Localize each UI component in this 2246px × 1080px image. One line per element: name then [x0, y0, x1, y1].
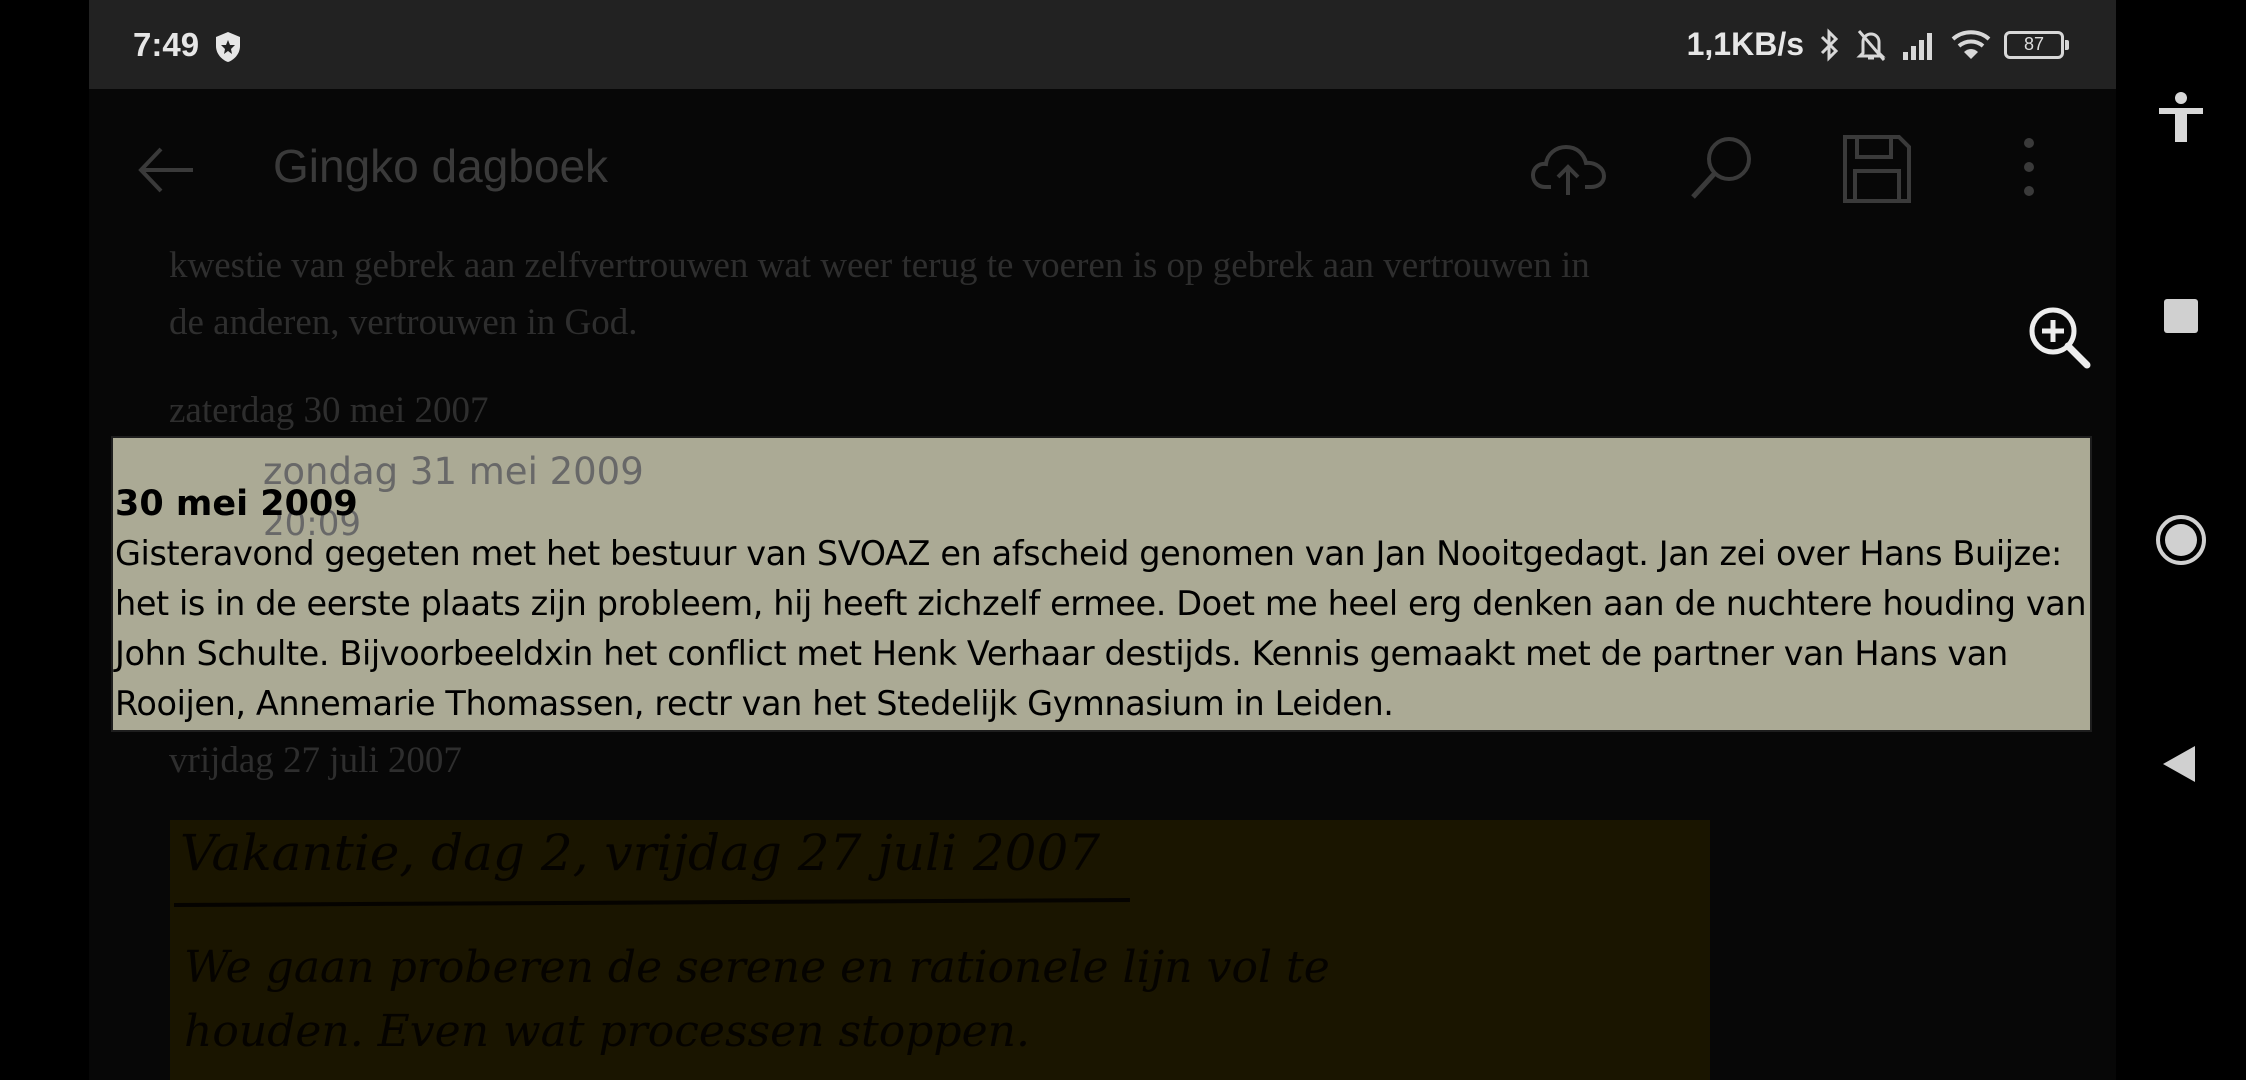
handwriting-line: houden. Even wat processen stoppen. [184, 1006, 1030, 1057]
handwritten-note-image[interactable]: Vakantie, dag 2, vrijdag 27 juli 2007 We… [170, 820, 1710, 1080]
mute-icon [1856, 29, 1886, 61]
more-vert-icon[interactable] [1989, 129, 2069, 209]
wifi-icon [1951, 29, 1991, 59]
search-icon[interactable] [1683, 129, 1763, 209]
status-right-cluster: 1,1KB/s 87 [1686, 26, 2069, 63]
save-icon[interactable] [1837, 129, 1917, 209]
handwriting-line: We gaan proberen de serene en rationele … [184, 942, 1330, 993]
home-circle-icon[interactable] [2151, 510, 2211, 570]
bluetooth-icon [1820, 27, 1839, 62]
battery-level: 87 [2023, 34, 2045, 54]
recents-square-icon[interactable] [2151, 286, 2211, 346]
entry-preview-popup[interactable]: zondag 31 mei 2009 20:09 30 mei 2009 Gis… [111, 436, 2092, 732]
popup-heading: 30 mei 2009 [115, 484, 358, 524]
entry-date-heading: vrijdag 27 juli 2007 [169, 740, 462, 781]
back-arrow-icon[interactable] [133, 137, 199, 203]
status-time: 7:49 [133, 26, 200, 63]
accessibility-icon[interactable] [2151, 88, 2211, 148]
handwriting-line: Vakantie, dag 2, vrijdag 27 juli 2007 [180, 824, 1100, 882]
cloud-upload-icon[interactable] [1529, 129, 1609, 209]
zoom-in-icon[interactable] [2027, 305, 2093, 371]
document-line: de anderen, vertrouwen in God. [169, 302, 638, 343]
page-title: Gingko dagboek [273, 140, 609, 192]
signal-icon [1903, 32, 1932, 60]
system-navigation-bar [2116, 0, 2246, 1080]
popup-body-text: Gisteravond gegeten met het bestuur van … [115, 534, 2087, 723]
document-line: kwestie van gebrek aan zelfvertrouwen wa… [169, 245, 1590, 286]
shield-icon [216, 32, 240, 62]
status-bar: 7:49 1,1KB/s 87 [89, 0, 2116, 89]
back-triangle-icon[interactable] [2151, 734, 2211, 794]
battery-icon: 87 [2004, 30, 2069, 59]
document-paragraph: kwestie van gebrek aan zelfvertrouwen wa… [169, 237, 2089, 351]
entry-date-heading: zaterdag 30 mei 2007 [169, 390, 489, 431]
app-toolbar: Gingko dagboek [89, 89, 2116, 239]
network-speed: 1,1KB/s [1686, 26, 1804, 62]
